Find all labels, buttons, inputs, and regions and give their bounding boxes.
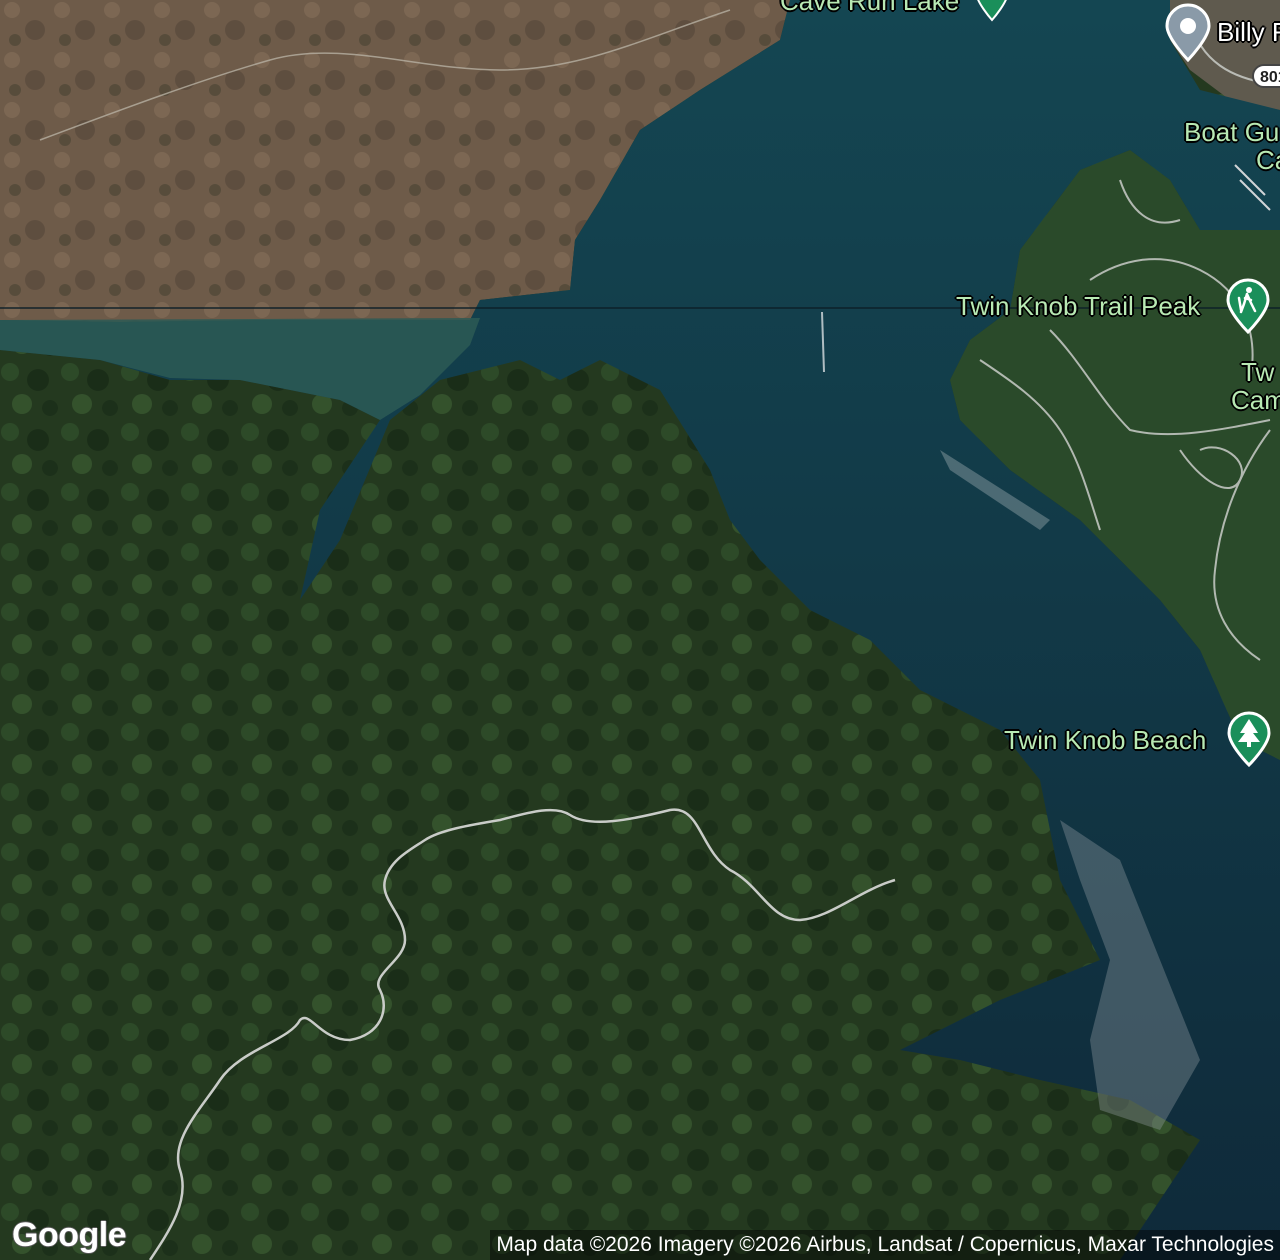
satellite-imagery <box>0 0 1280 1260</box>
tree-pin-icon[interactable] <box>1226 711 1272 767</box>
place-label-boat-gun[interactable]: Boat Gu <box>1184 117 1279 147</box>
map-view[interactable]: Cave Run Lake Billy F 801 Boat Gu Ca Twi… <box>0 0 1280 1260</box>
park-pin-icon[interactable] <box>972 0 1012 22</box>
hiking-pin-icon[interactable] <box>1225 278 1271 334</box>
place-label-cave-run-lake[interactable]: Cave Run Lake <box>780 0 959 16</box>
place-label-twin-knob-beach[interactable]: Twin Knob Beach <box>1004 725 1206 755</box>
place-label-twin-knob-camp-line2[interactable]: Cam <box>1231 385 1280 415</box>
place-label-billy[interactable]: Billy F <box>1217 17 1280 47</box>
place-label-boat-gun-ca[interactable]: Ca <box>1256 145 1280 175</box>
location-pin-icon[interactable] <box>1163 2 1213 62</box>
place-label-twin-knob-trail-peak[interactable]: Twin Knob Trail Peak <box>956 291 1200 321</box>
place-label-twin-knob-camp[interactable]: Tw <box>1241 357 1274 387</box>
map-attribution[interactable]: Map data ©2026 Imagery ©2026 Airbus, Lan… <box>490 1230 1280 1260</box>
google-logo: Google <box>12 1216 127 1254</box>
road-shield-801: 801 <box>1252 64 1280 88</box>
